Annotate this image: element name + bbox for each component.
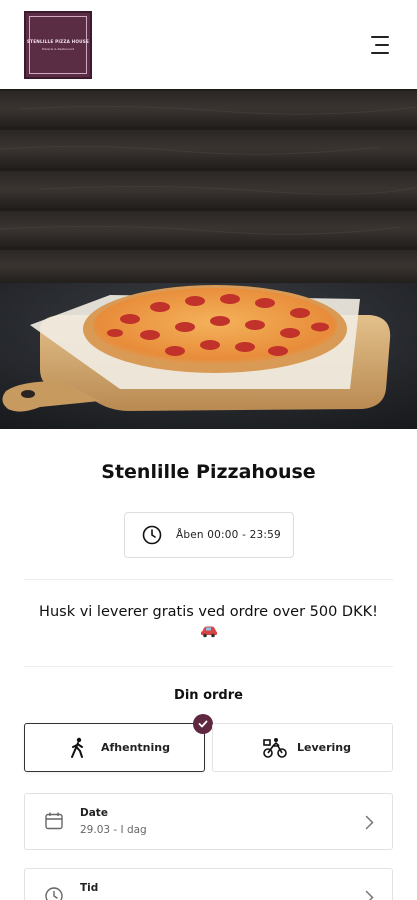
restaurant-logo[interactable]: STENLILLE PIZZA HOUSE Pizzeria & Restaur… bbox=[24, 11, 92, 79]
logo-title: STENLILLE PIZZA HOUSE bbox=[26, 39, 90, 44]
date-value: 29.03 - I dag bbox=[80, 824, 147, 836]
order-section-title: Din ordre bbox=[174, 688, 243, 703]
clock-icon bbox=[142, 525, 162, 545]
selected-check-icon bbox=[193, 714, 213, 734]
delivery-bike-icon bbox=[263, 738, 287, 758]
free-delivery-notice: Husk vi leverer gratis ved ordre over 50… bbox=[20, 600, 397, 638]
logo-subtitle: Pizzeria & Restaurant bbox=[41, 47, 75, 51]
delivery-option-label: Levering bbox=[297, 741, 352, 754]
top-bar: STENLILLE PIZZA HOUSE Pizzeria & Restaur… bbox=[0, 0, 417, 89]
notice-text: Husk vi leverer gratis ved ordre over 50… bbox=[39, 604, 378, 620]
delivery-option-button[interactable]: Levering bbox=[212, 723, 393, 772]
time-selector[interactable]: Tid bbox=[24, 868, 393, 900]
time-label: Tid bbox=[80, 882, 99, 894]
divider bbox=[24, 579, 393, 580]
chevron-right-icon bbox=[365, 815, 374, 830]
divider bbox=[24, 666, 393, 667]
walking-person-icon bbox=[71, 737, 83, 758]
pickup-option-label: Afhentning bbox=[101, 741, 170, 754]
opening-hours-text: Åben 00:00 - 23:59 bbox=[176, 529, 281, 541]
date-selector[interactable]: Date 29.03 - I dag bbox=[24, 793, 393, 850]
opening-hours-badge: Åben 00:00 - 23:59 bbox=[124, 512, 294, 558]
date-label: Date bbox=[80, 807, 108, 819]
hero-pizza-image bbox=[0, 89, 417, 429]
pickup-option-button[interactable]: Afhentning bbox=[24, 714, 213, 772]
restaurant-name: Stenlille Pizzahouse bbox=[101, 461, 316, 483]
hamburger-menu-icon[interactable] bbox=[367, 36, 389, 54]
pizza-on-board-illustration bbox=[0, 89, 417, 429]
car-icon bbox=[200, 626, 217, 638]
logo-frame: STENLILLE PIZZA HOUSE Pizzeria & Restaur… bbox=[26, 16, 90, 74]
clock-icon bbox=[45, 887, 63, 900]
calendar-icon bbox=[45, 812, 63, 830]
chevron-right-icon bbox=[365, 890, 374, 900]
